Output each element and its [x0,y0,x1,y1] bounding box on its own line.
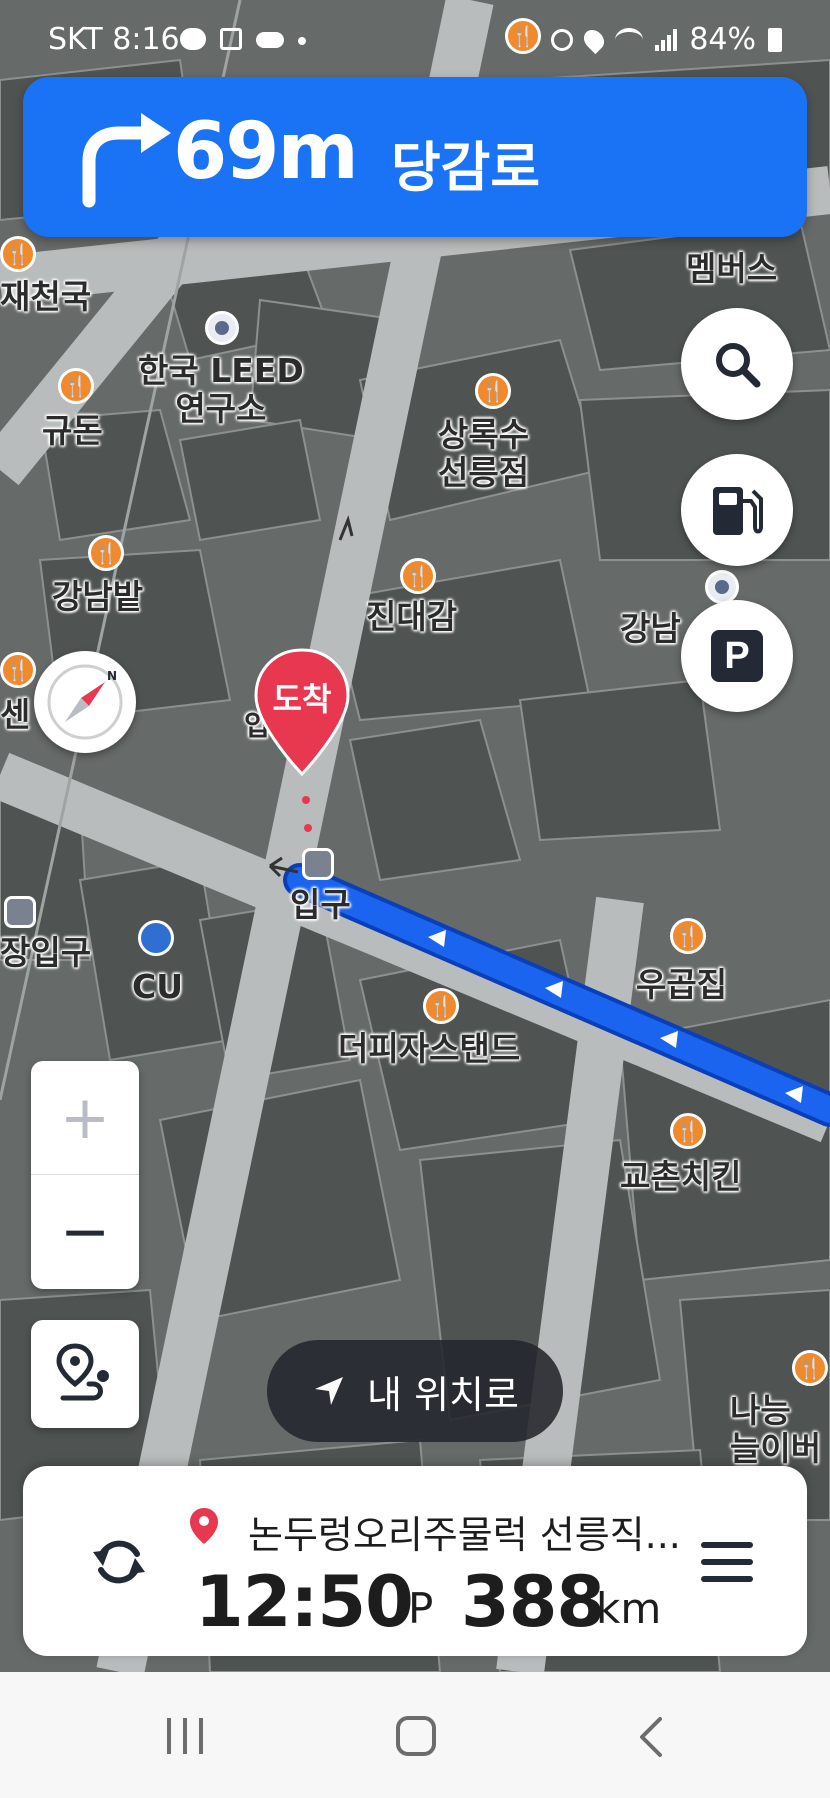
restaurant-icon[interactable]: 🍴 [475,373,511,409]
place-icon[interactable] [705,570,739,604]
convenience-store-icon[interactable] [138,920,174,956]
my-location-button[interactable]: 내 위치로 [267,1340,563,1442]
route-overview-button[interactable] [31,1320,139,1428]
system-navigation-bar [0,1672,830,1798]
turn-right-arrow-icon [82,113,171,208]
system-icons: 84% [551,22,782,57]
road-name: 당감로 [391,136,541,199]
wifi-icon [615,27,644,52]
battery-icon [768,27,782,52]
destination-label: 도착 [272,680,332,718]
compass-icon: N [47,664,123,740]
arrival-time-suffix: P [408,1584,434,1633]
route-icon [56,1343,109,1401]
map-label[interactable]: 강남 [620,610,681,648]
restaurant-icon[interactable]: 🍴 [792,1350,828,1386]
my-location-label: 내 위치로 [367,1372,519,1417]
cloud-icon [256,32,284,48]
map-label[interactable]: 진대감 [366,598,457,636]
map-label[interactable]: CU [132,968,183,1006]
search-icon [716,343,761,388]
battery-percent: 84% [689,22,756,57]
remaining-distance: 388 [461,1561,605,1643]
refresh-icon [93,1540,145,1584]
restaurant-icon[interactable]: 🍴 [670,1113,706,1149]
map-label[interactable]: 더피자스탠드 [338,1030,520,1068]
status-carrier-time: SKT 8:16 [48,22,180,57]
restaurant-icon[interactable]: 🍴 [0,652,36,688]
notification-icons [180,28,306,50]
map-label[interactable]: 상록수 선릉점 [438,416,529,492]
map-label[interactable]: 장입구 [0,934,91,972]
entrance-icon [4,896,36,928]
navigation-arrow-icon [315,1377,344,1405]
location-icon [580,25,609,54]
search-button[interactable] [681,308,793,420]
restaurant-icon[interactable]: 🍴 [670,918,706,954]
recent-apps-icon[interactable] [163,1716,207,1756]
map-label[interactable]: 입구 [290,886,351,924]
dot-icon [298,37,306,45]
destination-pin-icon [190,1508,218,1544]
turn-distance: 69m [173,107,359,197]
entrance-icon [302,848,334,880]
map-label[interactable]: 나능 늘이버 [730,1392,821,1468]
destination-marker[interactable]: 도착 [252,648,352,776]
parking-icon: P [711,630,763,682]
status-bar: SKT 8:16 84% [0,0,830,78]
turn-guidance-banner[interactable]: 69m 당감로 [23,77,807,237]
remaining-distance-unit: km [596,1584,662,1633]
destination-name: 논두렁오리주물럭 선릉직... [248,1513,681,1557]
restaurant-icon[interactable]: 🍴 [423,988,459,1024]
restaurant-icon[interactable]: 🍴 [400,558,436,594]
zoom-out-button[interactable]: − [31,1175,139,1289]
map-label[interactable]: 한국 LEED 연구소 [138,352,304,428]
car-icon [180,28,206,50]
restaurant-icon[interactable]: 🍴 [88,535,124,571]
clock: 8:16 [112,22,180,57]
gas-station-icon [713,487,763,535]
compass-button[interactable]: N [34,651,136,753]
carrier-label: SKT [48,22,103,57]
back-icon[interactable] [636,1716,666,1758]
zoom-control: + − [31,1061,139,1289]
arrival-time: 12:50 [195,1561,414,1643]
hamburger-menu-icon [701,1542,753,1582]
signal-icon [655,28,678,51]
map-label[interactable]: 멤버스 [686,250,777,288]
map-label[interactable]: 강남밭 [52,578,143,616]
map-label[interactable]: 교촌치킨 [620,1158,741,1196]
map-label[interactable]: 우곱집 [636,966,727,1004]
zoom-in-button[interactable]: + [31,1061,139,1174]
restaurant-icon[interactable]: 🍴 [58,368,94,404]
map-label[interactable]: 센 [0,696,30,734]
reroute-button[interactable] [79,1522,159,1602]
map-label[interactable]: 규돈 [42,412,103,450]
svg-text:N: N [107,669,117,683]
trip-summary-card[interactable]: 논두렁오리주물럭 선릉직... 12:50 P 388 km [23,1466,807,1656]
menu-button[interactable] [695,1532,759,1592]
home-icon[interactable] [395,1715,437,1757]
map-label[interactable]: 재천국 [0,278,91,316]
gas-station-button[interactable] [681,454,793,566]
image-icon [220,28,242,50]
place-icon[interactable] [205,311,239,345]
alarm-icon [551,28,574,51]
parking-button[interactable]: P [681,600,793,712]
restaurant-icon[interactable]: 🍴 [0,236,36,272]
